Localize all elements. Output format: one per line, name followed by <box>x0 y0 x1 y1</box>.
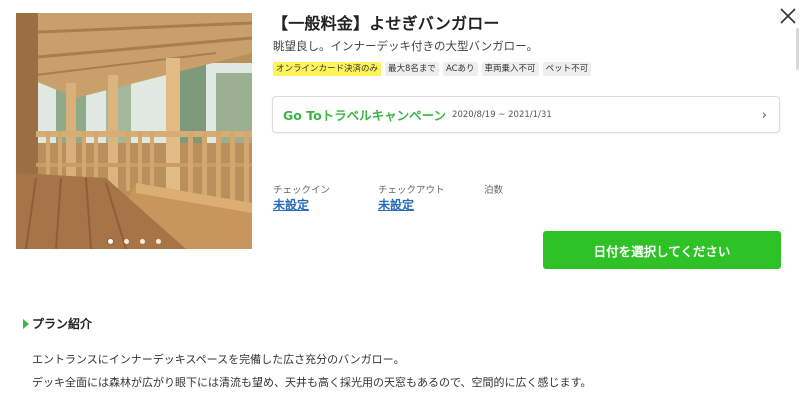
gallery-dot[interactable] <box>107 239 113 244</box>
tag-vehicle: 車両乗入不可 <box>481 62 539 76</box>
select-dates-button[interactable]: 日付を選択してください <box>543 231 781 269</box>
close-icon <box>780 8 796 24</box>
plan-description-line: エントランスにインナーデッキスペースを完備した広さ充分のバンガロー。 <box>32 353 405 366</box>
triangle-right-icon <box>23 318 29 329</box>
listing-title: 【一般料金】よせぎバンガロー <box>272 14 500 33</box>
scrollbar[interactable] <box>796 28 799 70</box>
checkin-label: チェックイン <box>273 185 331 196</box>
gallery-pager <box>16 239 252 244</box>
checkout-value[interactable]: 未設定 <box>378 196 414 213</box>
tag-payment: オンラインカード決済のみ <box>273 62 382 76</box>
goto-campaign-banner[interactable]: Go Toトラベルキャンペーン 2020/8/19 ~ 2021/1/31 › <box>272 96 780 133</box>
gallery-dot[interactable] <box>155 239 161 244</box>
plan-description-line: デッキ全面には森林が広がり眼下には清流も望め、天井も高く採光用の天窓もあるので、… <box>32 376 592 389</box>
nights-label: 泊数 <box>484 185 504 196</box>
bungalow-deck-image <box>16 13 252 249</box>
bungalow-photo[interactable] <box>16 13 252 249</box>
tag-capacity: 最大8名まで <box>385 62 439 76</box>
checkout-label: チェックアウト <box>378 185 445 196</box>
checkin-value[interactable]: 未設定 <box>273 196 309 213</box>
plan-heading: プラン紹介 <box>23 315 92 332</box>
tag-ac: ACあり <box>442 62 478 76</box>
listing-description: 眺望良し。インナーデッキ付きの大型バンガロー。 <box>273 39 538 53</box>
gallery-dot[interactable] <box>139 239 145 244</box>
close-button[interactable] <box>778 6 798 26</box>
plan-heading-text: プラン紹介 <box>32 317 93 331</box>
tag-pet: ペット不可 <box>542 62 592 76</box>
gallery-dot[interactable] <box>123 239 129 244</box>
campaign-period: 2020/8/19 ~ 2021/1/31 <box>452 109 552 120</box>
chevron-right-icon: › <box>761 108 767 123</box>
feature-tags: オンラインカード決済のみ 最大8名まで ACあり 車両乗入不可 ペット不可 <box>273 62 592 76</box>
campaign-name: Go Toトラベルキャンペーン <box>283 108 447 123</box>
